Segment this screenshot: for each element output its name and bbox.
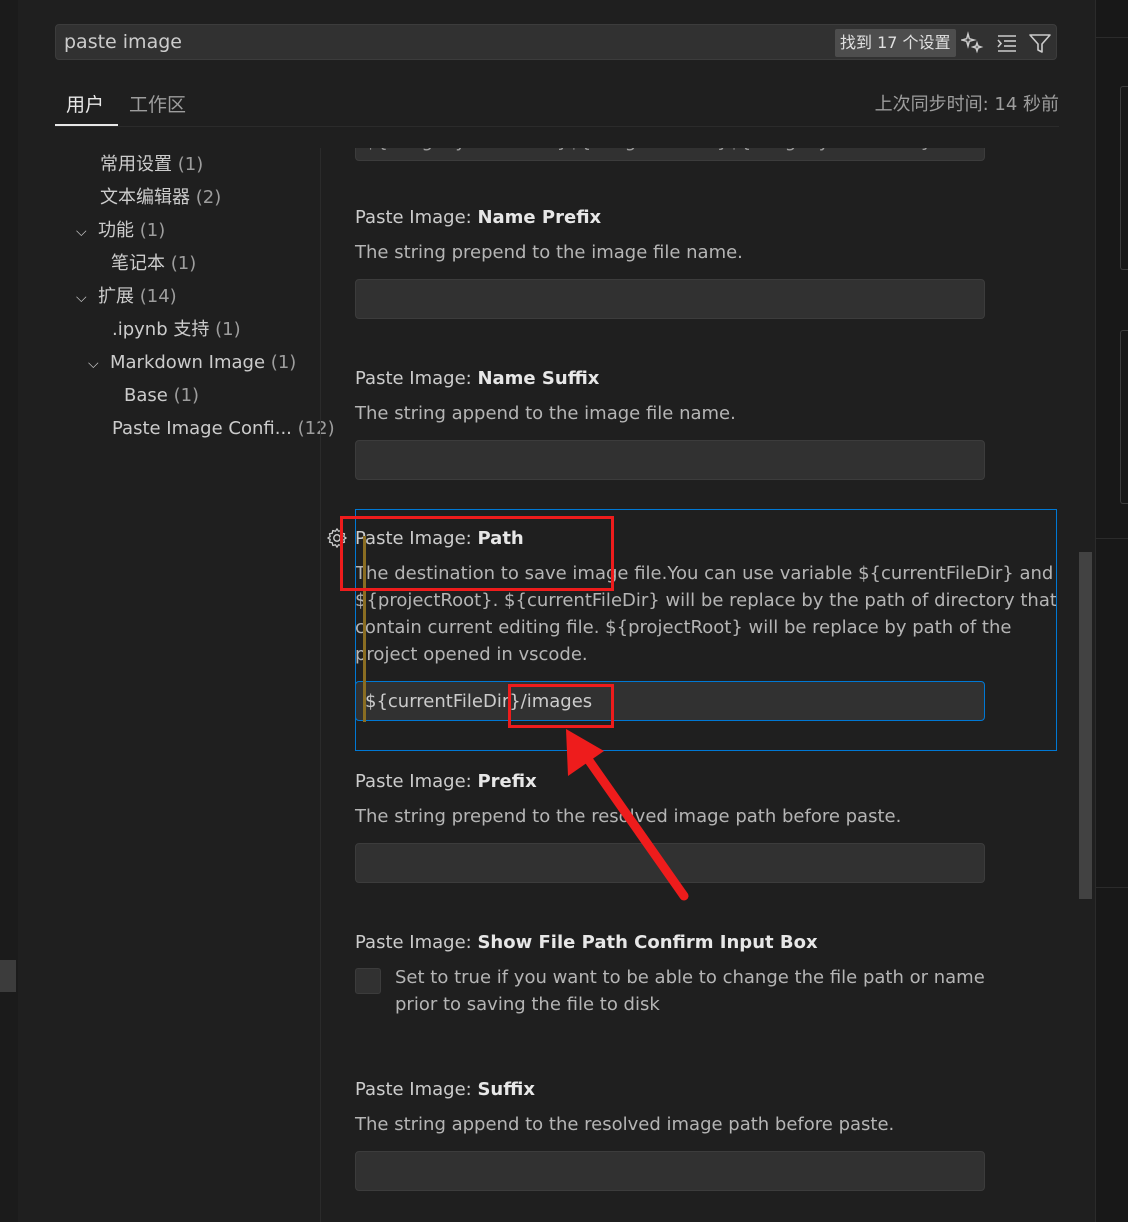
toc-label: Markdown Image (110, 352, 266, 373)
panel-clipped-field[interactable] (1120, 330, 1128, 504)
suffix-input[interactable] (355, 1151, 985, 1191)
toc-item-extensions[interactable]: ⌵ 扩展 (14) (76, 282, 177, 312)
scrollbar-thumb[interactable] (1079, 552, 1092, 899)
toc-count: (2) (195, 187, 222, 208)
panel-divider (1096, 887, 1128, 888)
setting-category: Paste Image: (355, 771, 478, 792)
setting-description: The string prepend to the resolved image… (355, 806, 902, 827)
show-confirm-checkbox[interactable] (355, 968, 381, 994)
chevron-down-icon: ⌵ (76, 290, 87, 306)
setting-name: Name Suffix (477, 368, 600, 389)
toc-label: 文本编辑器 (100, 187, 190, 208)
toc-item-notebook[interactable]: 笔记本 (1) (111, 249, 196, 279)
toc-count: (14) (139, 286, 177, 307)
settings-search-box[interactable]: 找到 17 个设置 (55, 24, 1057, 60)
toc-item-common[interactable]: 常用设置 (1) (100, 150, 203, 180)
setting-show-confirm-box: Paste Image: Show File Path Confirm Inpu… (355, 931, 1057, 1024)
active-view-marker (0, 960, 16, 992)
toc-label: 常用设置 (100, 154, 172, 175)
toc-label: 笔记本 (111, 253, 165, 274)
setting-name: Suffix (477, 1079, 535, 1100)
search-input[interactable] (64, 29, 824, 55)
toc-item-paste-image-config[interactable]: Paste Image Confi... (12) (112, 414, 335, 444)
name-suffix-input[interactable] (355, 440, 985, 480)
annotation-box-title (340, 516, 614, 591)
previous-setting-input[interactable] (355, 148, 985, 161)
toc-count: (1) (270, 352, 297, 373)
tab-user[interactable]: 用户 (66, 90, 104, 117)
setting-name: Show File Path Confirm Input Box (477, 932, 818, 953)
setting-description: The string append to the resolved image … (355, 1114, 895, 1135)
setting-name-suffix: Paste Image: Name Suffix The string appe… (355, 367, 1057, 480)
annotation-box-value (508, 684, 614, 728)
toc-item-features[interactable]: ⌵ 功能 (1) (76, 216, 165, 246)
sparkle-icon[interactable] (959, 31, 985, 55)
toc-label: Base (124, 385, 168, 406)
setting-title: Paste Image: Prefix (355, 770, 1057, 794)
setting-description: Set to true if you want to be able to ch… (395, 967, 985, 1015)
settings-editor: 找到 17 个设置 用户 工作区 上次同步时间: 14 秒前 常用设置 (1) … (18, 0, 1095, 1222)
chevron-down-icon: ⌵ (88, 356, 99, 372)
panel-divider (1096, 538, 1128, 539)
toc-count: (1) (139, 220, 166, 241)
setting-name-prefix: Paste Image: Name Prefix The string prep… (355, 206, 1057, 319)
search-result-count-badge: 找到 17 个设置 (835, 29, 956, 57)
toc-item-markdown-image[interactable]: ⌵ Markdown Image (1) (88, 348, 296, 378)
setting-category: Paste Image: (355, 368, 478, 389)
toc-label: 扩展 (98, 286, 134, 307)
setting-category: Paste Image: (355, 932, 478, 953)
sync-status-text: 上次同步时间: 14 秒前 (874, 94, 1059, 115)
adjacent-panel (1095, 0, 1128, 1222)
setting-description: The string append to the image file name… (355, 403, 736, 424)
toc-item-text-editor[interactable]: 文本编辑器 (2) (100, 183, 221, 213)
toc-count: (1) (170, 253, 197, 274)
settings-toc-tree: 常用设置 (1) 文本编辑器 (2) ⌵ 功能 (1) 笔记本 (1) ⌵ 扩展 (… (18, 148, 335, 1222)
tab-active-indicator (55, 124, 118, 126)
settings-scope-tabs: 用户 工作区 上次同步时间: 14 秒前 (55, 80, 1059, 127)
toc-label: Paste Image Confi... (112, 418, 292, 439)
setting-prefix: Paste Image: Prefix The string prepend t… (355, 770, 1057, 883)
checkbox-row: Set to true if you want to be able to ch… (355, 964, 1057, 1024)
activity-strip (0, 0, 18, 1222)
toc-count: (1) (177, 154, 204, 175)
setting-name: Name Prefix (477, 207, 602, 228)
setting-title: Paste Image: Suffix (355, 1078, 1057, 1102)
toc-count: (1) (173, 385, 200, 406)
panel-divider (1096, 37, 1128, 38)
filter-icon[interactable] (1028, 31, 1052, 55)
chevron-down-icon: ⌵ (76, 224, 87, 240)
toc-label: 功能 (98, 220, 134, 241)
setting-name: Prefix (477, 771, 537, 792)
panel-clipped-field[interactable] (1120, 86, 1128, 270)
setting-description: The string prepend to the image file nam… (355, 242, 743, 263)
toc-item-ipynb[interactable]: .ipynb 支持 (1) (112, 315, 241, 345)
setting-title: Paste Image: Show File Path Confirm Inpu… (355, 931, 1057, 955)
toc-label: .ipynb 支持 (112, 319, 210, 340)
toc-item-base[interactable]: Base (1) (124, 381, 199, 411)
setting-title: Paste Image: Name Prefix (355, 206, 1057, 230)
setting-category: Paste Image: (355, 1079, 478, 1100)
setting-suffix: Paste Image: Suffix The string append to… (355, 1078, 1057, 1191)
name-prefix-input[interactable] (355, 279, 985, 319)
setting-title: Paste Image: Name Suffix (355, 367, 1057, 391)
setting-category: Paste Image: (355, 207, 478, 228)
clear-filter-icon[interactable] (995, 31, 1019, 55)
toc-count: (1) (215, 319, 241, 340)
prefix-input[interactable] (355, 843, 985, 883)
tab-workspace[interactable]: 工作区 (129, 90, 186, 117)
